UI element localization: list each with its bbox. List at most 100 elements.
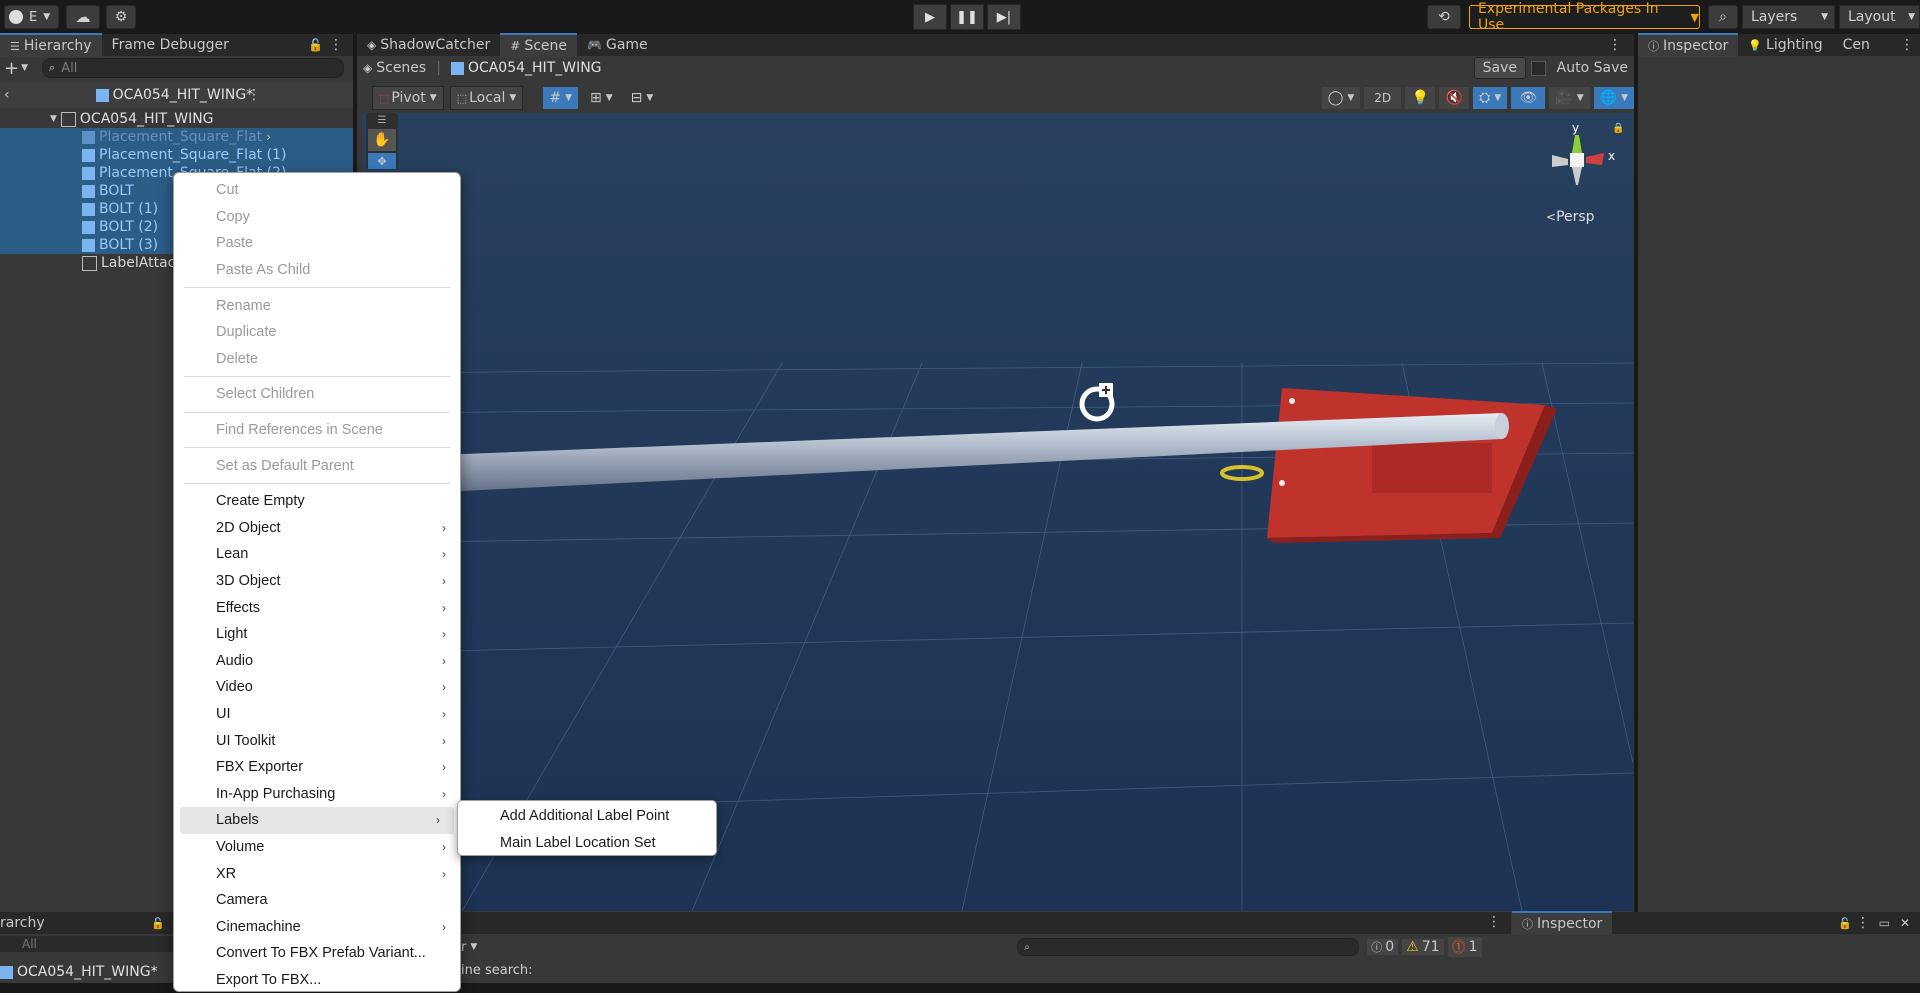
search-input[interactable]: ⌕ All (42, 58, 345, 78)
menu-item-audio[interactable]: Audio › (174, 648, 460, 675)
lock-icon[interactable]: 🔒 (1612, 123, 1624, 134)
expand-icon[interactable]: ▼ (50, 114, 57, 124)
menu-item-light[interactable]: Light › (174, 621, 460, 648)
tab-game[interactable]: 🎮 Game (577, 34, 658, 56)
tab-frame-debugger[interactable]: Frame Debugger (102, 34, 239, 56)
account-dropdown[interactable]: E ▼ (4, 5, 59, 29)
bottom-scene-row[interactable]: OCA054_HIT_WING* (0, 962, 175, 982)
close-icon[interactable]: ✕ (1900, 916, 1910, 930)
error-count-badge[interactable]: ⓵ 1 (1447, 937, 1482, 957)
menu-item-convert-to-fbx-prefab-variant[interactable]: Convert To FBX Prefab Variant... (174, 940, 460, 967)
menu-item-camera[interactable]: Camera (174, 887, 460, 914)
layout-dropdown[interactable]: Layout ▼ (1839, 5, 1920, 29)
more-icon[interactable]: ⋮ (329, 37, 343, 53)
chevron-down-icon[interactable]: ▼ (21, 63, 28, 73)
console-line[interactable]: ine search: (461, 963, 533, 978)
pivot-icon: ⬚ (379, 91, 390, 105)
menu-item-fbx-exporter[interactable]: FBX Exporter › (174, 754, 460, 781)
bottom-search-input[interactable]: All (0, 936, 175, 952)
menu-item-3d-object[interactable]: 3D Object › (174, 568, 460, 595)
menu-item-2d-object[interactable]: 2D Object › (174, 515, 460, 542)
menu-item-effects[interactable]: Effects › (174, 594, 460, 621)
breadcrumb-scenes[interactable]: Scenes (376, 60, 426, 76)
menu-item-ui[interactable]: UI › (174, 701, 460, 728)
pause-button[interactable]: ❚❚ (950, 4, 984, 30)
add-icon[interactable]: + (4, 58, 19, 79)
play-button[interactable]: ▶ (913, 4, 947, 30)
scene-viewport[interactable]: ☰ ✋ ✥ y x 🔒 < Persp (362, 113, 1633, 911)
lock-icon[interactable]: 🔓 (308, 38, 323, 52)
save-button[interactable]: Save (1473, 57, 1526, 79)
experimental-packages-dropdown[interactable]: Experimental Packages In Use ▼ (1469, 1, 1700, 33)
info-count-badge[interactable]: ⓘ 0 (1367, 939, 1399, 955)
menu-item-labels[interactable]: Labels › (180, 807, 454, 834)
menu-item-add-additional-label-point[interactable]: Add Additional Label Point (458, 802, 716, 829)
camera-dropdown[interactable]: 🎥 ▼ (1549, 87, 1590, 109)
console-search-input[interactable]: ⌕ (1017, 938, 1360, 956)
more-icon[interactable]: ⋮ (1487, 914, 1501, 930)
increment-snap-button[interactable]: ⊞ ▼ (584, 87, 619, 109)
grid-snap-button[interactable]: # ▼ (543, 87, 578, 109)
mode-2d-button[interactable]: 2D (1364, 87, 1402, 109)
maximize-icon[interactable]: ▭ (1879, 916, 1890, 930)
list-item[interactable]: Placement_Square_Flat › (0, 128, 353, 146)
tab-cen[interactable]: Cen (1833, 34, 1880, 56)
gizmo-y-label: y (1572, 121, 1580, 135)
lock-icon[interactable]: 🔓 (151, 917, 165, 930)
menu-item-export-to-fbx[interactable]: Export To FBX... (174, 967, 460, 993)
tab-shadowcatcher[interactable]: ◈ ShadowCatcher (357, 34, 500, 56)
tab-inspector-2[interactable]: ⓘ Inspector (1512, 911, 1613, 935)
step-button[interactable]: ▶| (987, 4, 1021, 30)
collab-button[interactable]: ⚙ (106, 5, 136, 29)
menu-item-volume[interactable]: Volume › (174, 834, 460, 861)
menu-item-in-app-purchasing[interactable]: In-App Purchasing › (174, 780, 460, 807)
menu-item-label: Light (216, 626, 248, 643)
more-icon[interactable]: ⋮ (1608, 37, 1622, 53)
warning-count-badge[interactable]: ⚠ 71 (1402, 939, 1444, 955)
more-icon[interactable]: ⋮ (247, 87, 261, 103)
menu-item-xr[interactable]: XR › (174, 860, 460, 887)
search-button[interactable]: ⌕ (1708, 5, 1738, 29)
move-tool-button[interactable]: ✥ (368, 153, 396, 169)
tab-inspector[interactable]: ⓘ Inspector (1638, 33, 1739, 57)
history-button[interactable]: ⟲ (1427, 5, 1461, 29)
projection-toggle[interactable]: < Persp (1546, 209, 1595, 225)
menu-item-create-empty[interactable]: Create Empty (174, 488, 460, 515)
lighting-toggle[interactable]: 💡 (1405, 87, 1436, 109)
drag-handle-icon[interactable]: ☰ (370, 115, 394, 126)
console-dropdown[interactable]: r (461, 940, 466, 955)
pivot-dropdown[interactable]: ⬚ Pivot ▼ (372, 86, 444, 110)
align-button[interactable]: ⊟ ▼ (625, 87, 660, 109)
tab-hierarchy[interactable]: ☰ Hierarchy (0, 33, 102, 57)
orientation-gizmo[interactable]: y x 🔒 < Persp (1532, 121, 1624, 233)
layers-dropdown[interactable]: Layers ▼ (1742, 5, 1835, 29)
local-dropdown[interactable]: ⬚ Local ▼ (449, 86, 524, 110)
tab-hierarchy-2[interactable]: rarchy (0, 915, 45, 931)
menu-item-ui-toolkit[interactable]: UI Toolkit › (174, 727, 460, 754)
menu-item-lean[interactable]: Lean › (174, 541, 460, 568)
back-icon[interactable]: ‹ (4, 87, 10, 103)
effects-toggle[interactable]: ⛭ ▼ (1473, 87, 1508, 109)
visibility-toggle[interactable]: 👁 (1511, 87, 1546, 109)
menu-item-label: 2D Object (216, 519, 281, 536)
menu-item-cinemachine[interactable]: Cinemachine › (174, 913, 460, 940)
gizmos-dropdown[interactable]: 🌐 ▼ (1593, 87, 1634, 109)
chevron-right-icon: › (442, 547, 446, 562)
menu-item-main-label-location-set[interactable]: Main Label Location Set (458, 829, 716, 856)
list-item[interactable]: Placement_Square_Flat (1) (0, 146, 353, 164)
menu-item-video[interactable]: Video › (174, 674, 460, 701)
breadcrumb-prefab[interactable]: OCA054_HIT_WING (468, 60, 602, 76)
tab-lighting[interactable]: 💡 Lighting (1738, 34, 1832, 56)
hierarchy-root[interactable]: ▼ OCA054_HIT_WING (0, 110, 353, 128)
lock-icon[interactable]: 🔓 (1838, 917, 1852, 930)
shading-dropdown[interactable]: ◯ ▼ (1321, 87, 1361, 109)
cloud-button[interactable]: ☁ (66, 5, 100, 29)
audio-toggle[interactable]: 🔇 (1439, 87, 1470, 109)
more-icon[interactable]: ⋮ (1900, 37, 1914, 53)
item-label: BOLT (3) (99, 237, 159, 253)
view-options: ◯ ▼ 2D 💡 🔇 ⛭ ▼ 👁 🎥 ▼ 🌐 ▼ (1321, 87, 1634, 109)
autosave-checkbox[interactable] (1531, 60, 1546, 76)
hand-tool-button[interactable]: ✋ (368, 129, 396, 151)
more-icon[interactable]: ⋮ (1856, 915, 1870, 931)
tab-scene[interactable]: # Scene (500, 33, 578, 57)
